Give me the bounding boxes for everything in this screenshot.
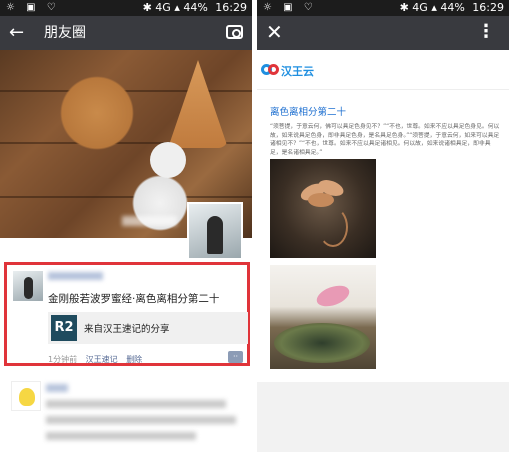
brand-header: 汉王云 [257, 50, 509, 90]
bluetooth-icon: ✱ [142, 1, 152, 14]
app-bar: ← 朋友圈 [0, 16, 252, 50]
moments-screen: ☼ ▣ ♡ ✱ 4G ▴ 44% 16:29 ← 朋友圈 金刚般若波罗蜜经·离色… [0, 0, 252, 452]
clock: 16:29 [472, 1, 504, 14]
network-label: 4G [412, 1, 428, 14]
avatar[interactable] [13, 271, 43, 301]
blurred-text [46, 416, 236, 424]
page-background [257, 382, 509, 452]
blurred-text [46, 400, 226, 408]
status-bar: ☼ ▣ ♡ ✱ 4G ▴ 44% 16:29 [257, 0, 509, 16]
close-icon[interactable]: ✕ [266, 21, 283, 43]
article-screen: ☼ ▣ ♡ ✱ 4G ▴ 44% 16:29 ✕ ⋮ 汉王云 离色离相分第二十 … [257, 0, 509, 452]
moment-post-blurred [0, 372, 252, 452]
profile-avatar[interactable] [187, 202, 243, 260]
article-title: 离色离相分第二十 [270, 107, 347, 118]
lotus-leaf-image[interactable] [270, 265, 376, 369]
notification-icons: ☼ ▣ ♡ [263, 2, 317, 13]
status-bar: ☼ ▣ ♡ ✱ 4G ▴ 44% 16:29 [0, 0, 252, 16]
signal-icon: ▴ [174, 1, 180, 14]
post-text: 金刚般若波罗蜜经·离色离相分第二十 [48, 293, 220, 305]
article-body: 离色离相分第二十 “须菩提，于意云何，佛可以具足色身见不？”“不也，世尊。如来不… [257, 90, 509, 382]
arrow-left-icon[interactable]: ← [9, 22, 24, 44]
status-right: ✱ 4G ▴ 44% 16:29 [400, 0, 504, 16]
blurred-text [46, 432, 196, 440]
cloud-logo-icon [261, 64, 279, 76]
status-right: ✱ 4G ▴ 44% 16:29 [143, 0, 247, 16]
profile-name [122, 216, 177, 226]
lotus-image[interactable] [270, 159, 376, 258]
post-source[interactable]: 汉王速记 [86, 355, 118, 364]
more-vertical-icon[interactable]: ⋮ [477, 21, 495, 43]
author-name[interactable] [48, 272, 103, 280]
post-time: 1分钟前 [48, 355, 78, 364]
notification-icons: ☼ ▣ ♡ [6, 2, 60, 13]
app-bar: ✕ ⋮ [257, 16, 509, 50]
cookie-round [150, 142, 186, 178]
blurred-name [46, 384, 68, 392]
cookie-tree [168, 60, 228, 148]
moment-post: 金刚般若波罗蜜经·离色离相分第二十 R2 来自汉王速记的分享 1分钟前 汉王速记… [4, 262, 250, 366]
pikachu-avatar[interactable] [11, 381, 41, 411]
battery-percent: 44% [183, 1, 208, 14]
signal-icon: ▴ [431, 1, 437, 14]
delete-link[interactable]: 删除 [126, 355, 142, 364]
share-title: 来自汉王速记的分享 [84, 324, 170, 335]
comment-icon[interactable]: ·· [228, 351, 243, 363]
camera-icon[interactable] [226, 25, 243, 39]
network-label: 4G [155, 1, 171, 14]
battery-percent: 44% [440, 1, 465, 14]
shared-link-card[interactable]: R2 来自汉王速记的分享 [48, 312, 248, 344]
bluetooth-icon: ✱ [399, 1, 409, 14]
clock: 16:29 [215, 1, 247, 14]
share-logo: R2 [51, 315, 77, 341]
cookie-snowflake [52, 68, 142, 158]
article-paragraph: “须菩提，于意云何，佛可以具足色身见不？”“不也，世尊。如来不应以具足色身见。何… [270, 124, 500, 156]
post-meta: 1分钟前 汉王速记 删除 [48, 354, 142, 365]
page-title: 朋友圈 [44, 25, 86, 41]
brand-name: 汉王云 [281, 65, 314, 78]
